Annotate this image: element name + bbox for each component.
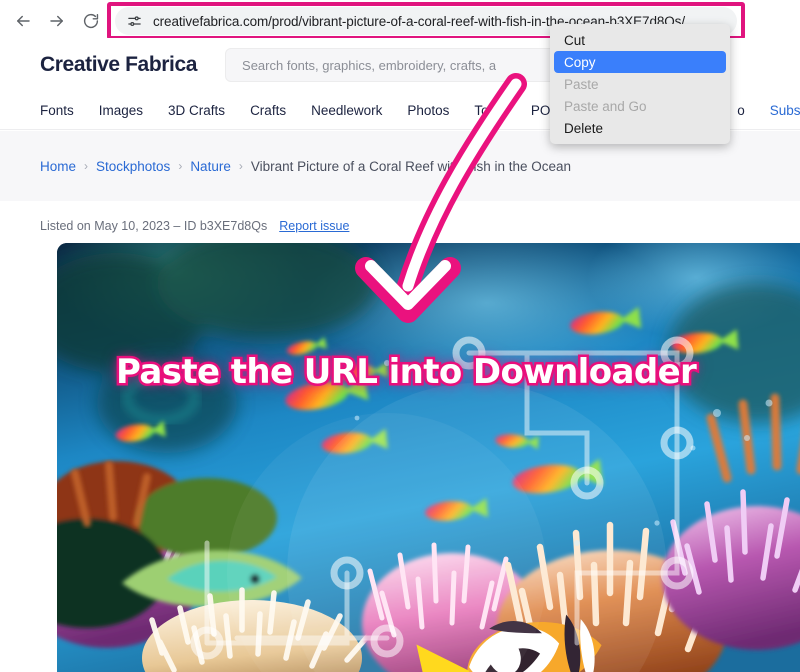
nav-item-3d-crafts[interactable]: 3D Crafts <box>168 103 225 118</box>
photo-artwork <box>57 243 800 672</box>
listing-meta: Listed on May 10, 2023 – ID b3XE7d8Qs <box>40 219 268 233</box>
context-menu-item-paste-and-go: Paste and Go <box>564 98 647 114</box>
nav-item-images[interactable]: Images <box>99 103 143 118</box>
nav-item-photos[interactable]: Photos <box>407 103 449 118</box>
tune-sliders-icon[interactable] <box>125 12 143 30</box>
coral-reef-with-fish-photo[interactable] <box>57 243 800 672</box>
reload-icon <box>82 12 100 30</box>
nav-item-fonts[interactable]: Fonts <box>40 103 74 118</box>
breadcrumb-item-home[interactable]: Home <box>40 159 76 174</box>
context-menu-item-copy[interactable]: Copy <box>554 51 726 73</box>
listing-meta-row: Listed on May 10, 2023 – ID b3XE7d8Qs Re… <box>40 215 800 237</box>
arrow-right-icon <box>48 12 66 30</box>
nav-item-tools[interactable]: Tools <box>474 103 506 118</box>
breadcrumb-separator-icon: › <box>84 159 89 173</box>
nav-item-subscription[interactable]: Subscr <box>770 103 800 118</box>
breadcrumb-separator-icon: › <box>178 159 183 173</box>
breadcrumb-separator-icon: › <box>238 159 243 173</box>
breadcrumb-item-nature[interactable]: Nature <box>190 159 231 174</box>
screenshot-root: creativefabrica.com/prod/vibrant-picture… <box>0 0 800 672</box>
report-issue-link[interactable]: Report issue <box>279 219 349 233</box>
back-button[interactable] <box>8 6 38 36</box>
context-menu-item-cut[interactable]: Cut <box>550 29 730 51</box>
context-menu-item-paste: Paste <box>564 76 599 92</box>
site-logo[interactable]: Creative Fabrica <box>40 53 197 77</box>
search-placeholder: Search fonts, graphics, embroidery, craf… <box>242 57 497 73</box>
arrow-left-icon <box>14 12 32 30</box>
nav-item-needlework[interactable]: Needlework <box>311 103 382 118</box>
nav-item-crafts[interactable]: Crafts <box>250 103 286 118</box>
breadcrumb-item-current: Vibrant Picture of a Coral Reef with Fis… <box>250 158 572 174</box>
address-bar-context-menu[interactable]: Cut Copy Paste Paste and Go Delete <box>550 24 730 144</box>
reload-button[interactable] <box>76 6 106 36</box>
nav-item-studio[interactable]: o <box>737 103 745 118</box>
browser-nav-buttons <box>0 6 106 36</box>
breadcrumb-item-stockphotos[interactable]: Stockphotos <box>96 159 170 174</box>
context-menu-item-delete[interactable]: Delete <box>550 117 730 139</box>
forward-button[interactable] <box>42 6 72 36</box>
